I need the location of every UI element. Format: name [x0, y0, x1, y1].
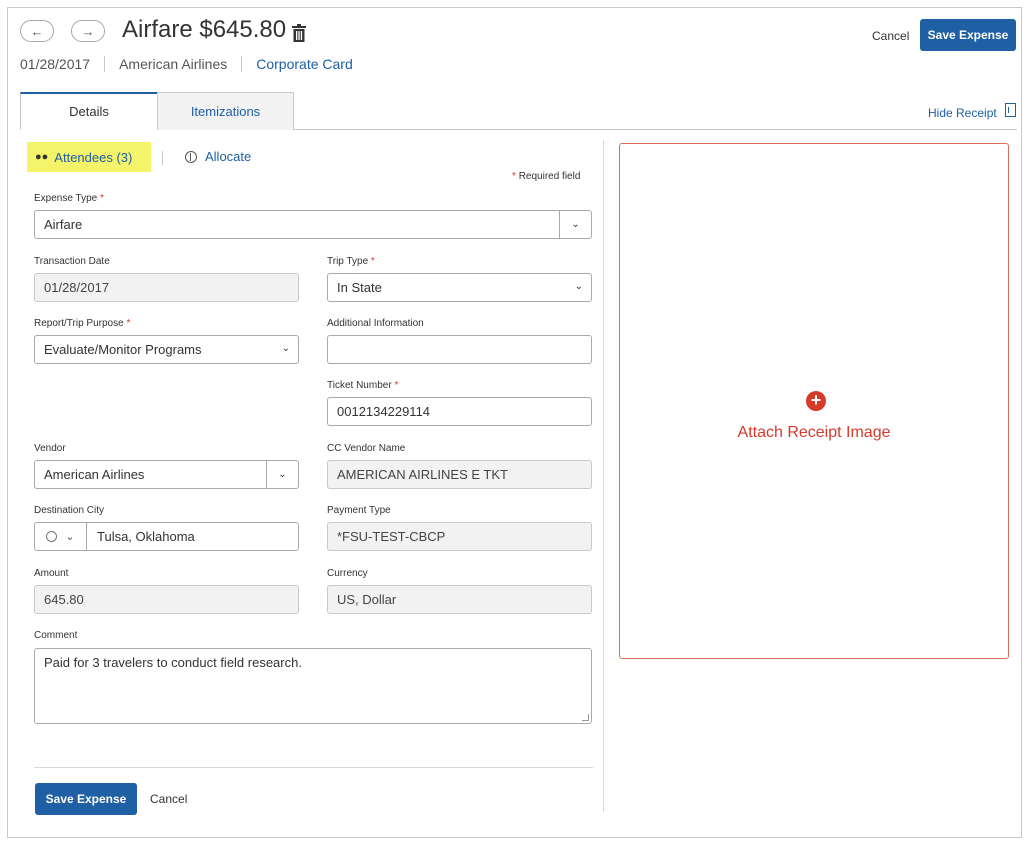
expense-vendor: American Airlines — [119, 56, 228, 72]
attach-receipt-label[interactable]: Attach Receipt Image — [619, 424, 1009, 442]
collapse-panel-icon[interactable] — [1005, 103, 1016, 117]
chevron-down-icon: ⌄ — [574, 281, 583, 292]
allocate-label: Allocate — [205, 149, 252, 164]
additional-info-input[interactable] — [327, 335, 592, 364]
trip-type-select[interactable]: In State ⌄ — [327, 273, 592, 302]
ticket-number-input[interactable]: 0012134229114 — [327, 397, 592, 426]
required-field-note: * Required field — [512, 171, 581, 182]
expense-type-select[interactable]: Airfare ⌄ — [34, 210, 592, 239]
chevron-down-icon[interactable]: ⌄ — [266, 461, 298, 488]
header-save-expense-button[interactable]: Save Expense — [920, 19, 1016, 51]
back-arrow-icon[interactable]: ← — [20, 20, 54, 42]
vendor-select[interactable]: American Airlines ⌄ — [34, 460, 299, 489]
payment-type-label: Payment Type — [327, 505, 391, 516]
purpose-select[interactable]: Evaluate/Monitor Programs ⌄ — [34, 335, 299, 364]
comment-textarea[interactable]: Paid for 3 travelers to conduct field re… — [34, 648, 592, 724]
currency-label: Currency — [327, 568, 368, 579]
amount-label: Amount — [34, 568, 69, 579]
divider — [241, 56, 243, 72]
transaction-date-label: Transaction Date — [34, 256, 110, 267]
forward-arrow-icon[interactable]: → — [71, 20, 105, 42]
cancel-button[interactable]: Cancel — [150, 792, 187, 806]
attendees-link[interactable]: ●● Attendees (3) — [27, 142, 151, 172]
resize-handle-icon[interactable] — [582, 714, 589, 721]
divider — [104, 56, 106, 72]
chevron-down-icon[interactable]: ⌄ — [559, 211, 591, 238]
payment-method-link[interactable]: Corporate Card — [256, 56, 353, 72]
purpose-label: Report/Trip Purpose * — [34, 318, 131, 329]
amount-field: 645.80 — [34, 585, 299, 614]
expense-title-text: Airfare $645.80 — [122, 16, 287, 43]
cc-vendor-name-field: AMERICAN AIRLINES E TKT — [327, 460, 592, 489]
additional-info-text[interactable] — [337, 342, 591, 357]
transaction-date-field: 01/28/2017 — [34, 273, 299, 302]
divider — [162, 151, 163, 165]
divider — [34, 767, 593, 768]
trash-icon[interactable] — [292, 21, 307, 42]
globe-icon[interactable]: ⌄ — [35, 523, 87, 550]
expense-date: 01/28/2017 — [20, 56, 91, 72]
additional-info-label: Additional Information — [327, 318, 424, 329]
allocate-link[interactable]: Allocate — [185, 149, 251, 164]
add-circle-icon[interactable]: + — [806, 391, 826, 411]
attendees-label: Attendees (3) — [54, 149, 133, 165]
vendor-label: Vendor — [34, 443, 66, 454]
payment-type-field: *FSU-TEST-CBCP — [327, 522, 592, 551]
tab-itemizations[interactable]: Itemizations — [157, 92, 294, 130]
page-title: Airfare $645.80 — [122, 16, 307, 44]
expense-subline: 01/28/2017 American Airlines Corporate C… — [20, 56, 353, 72]
column-divider — [603, 140, 604, 812]
expense-type-label: Expense Type * — [34, 193, 104, 204]
header-cancel-button[interactable]: Cancel — [872, 29, 909, 43]
destination-city-label: Destination City — [34, 505, 105, 516]
currency-field: US, Dollar — [327, 585, 592, 614]
comment-label: Comment — [34, 630, 78, 641]
destination-city-input[interactable]: ⌄ Tulsa, Oklahoma — [34, 522, 299, 551]
cc-vendor-name-label: CC Vendor Name — [327, 443, 406, 454]
attendees-icon: ●● — [35, 151, 49, 163]
save-expense-button[interactable]: Save Expense — [35, 783, 137, 815]
trip-type-label: Trip Type * — [327, 256, 375, 267]
tab-details[interactable]: Details — [20, 92, 158, 130]
hide-receipt-link[interactable]: Hide Receipt — [928, 106, 997, 120]
allocate-icon — [185, 150, 197, 163]
chevron-down-icon: ⌄ — [281, 343, 290, 354]
ticket-number-label: Ticket Number * — [327, 380, 399, 391]
